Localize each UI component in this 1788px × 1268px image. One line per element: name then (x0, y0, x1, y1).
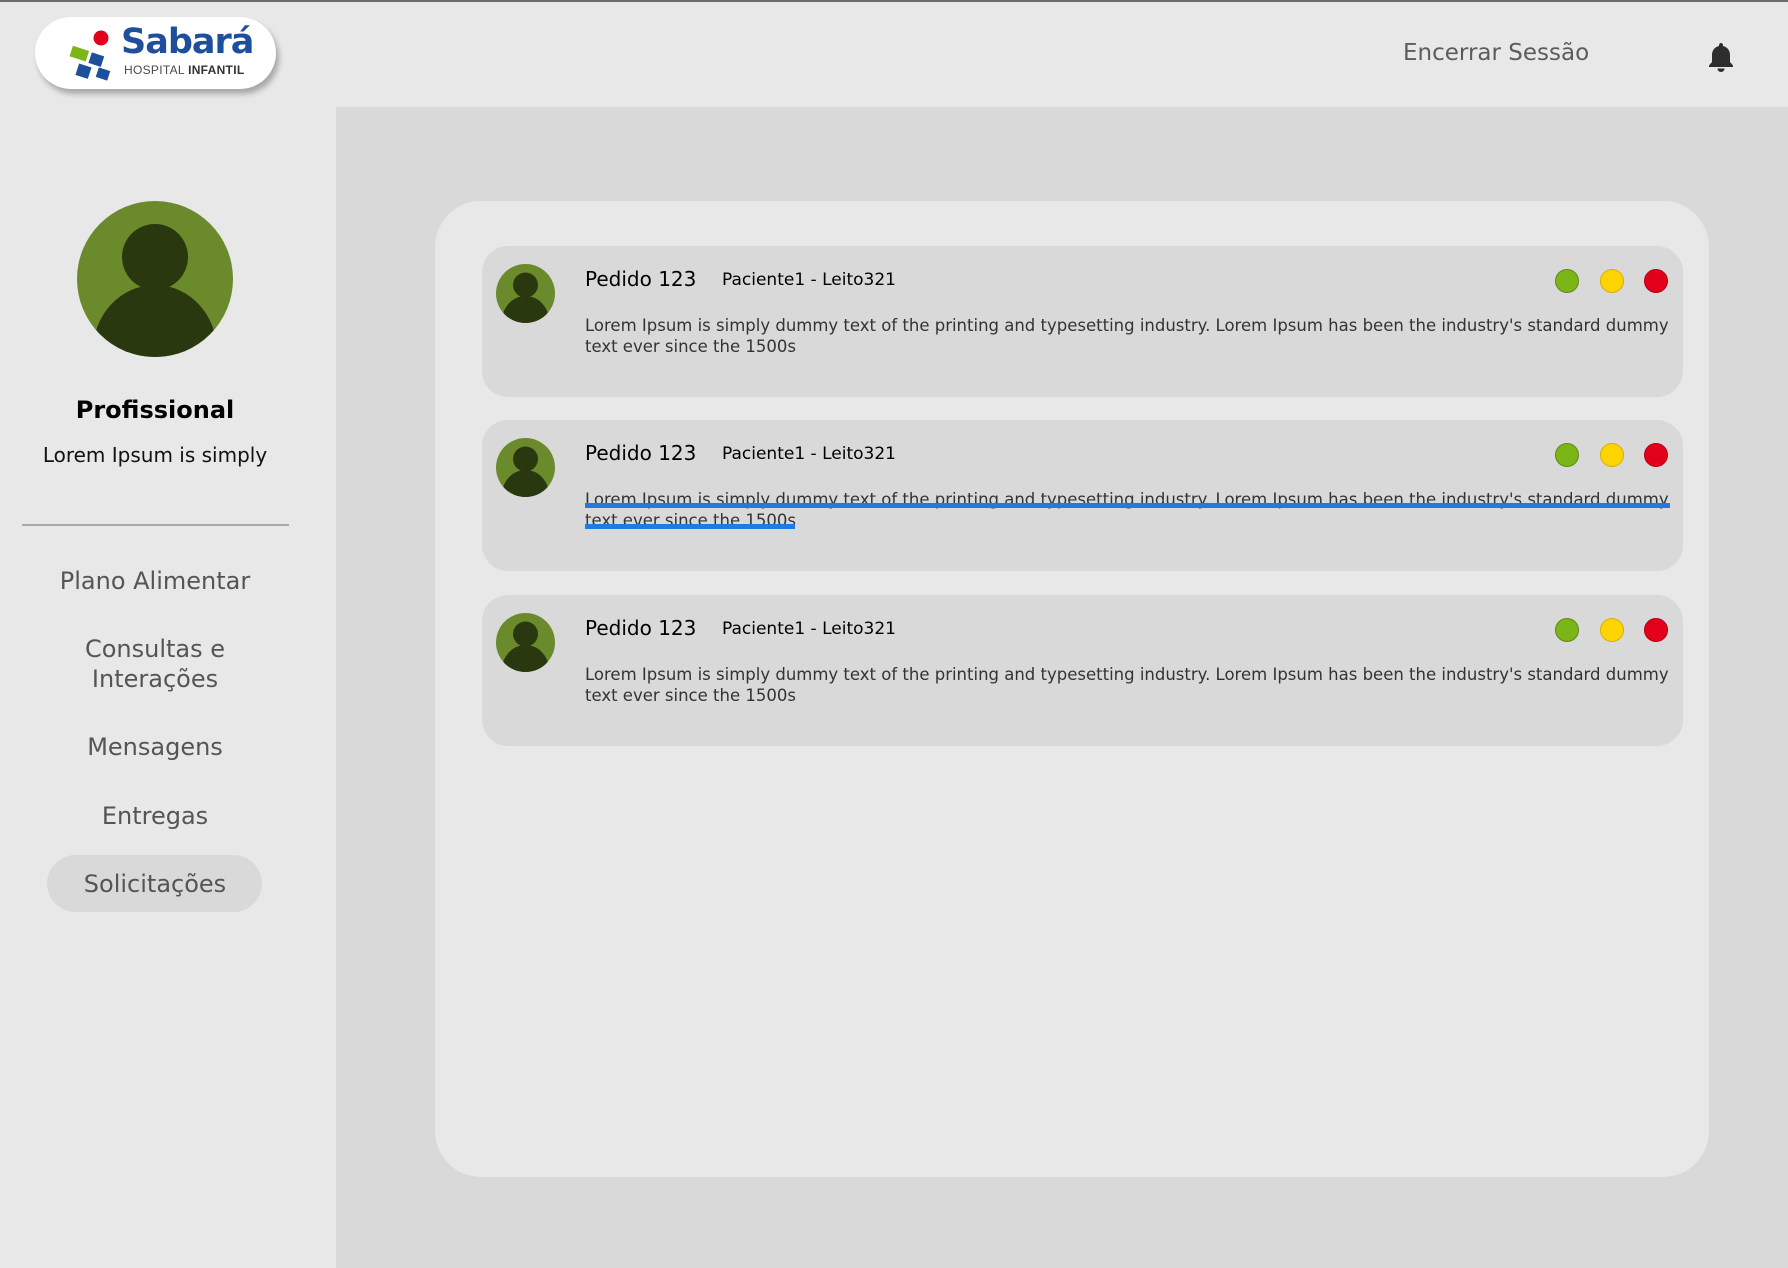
patient-avatar (496, 613, 555, 672)
text-highlight-underline (585, 503, 1670, 508)
request-title: Pedido 123 (585, 267, 697, 291)
request-patient: Paciente1 - Leito321 (722, 270, 896, 290)
sidebar-item-mensagens[interactable]: Mensagens (0, 732, 310, 762)
logo-brand-text: Sabará (121, 22, 254, 62)
profile-name: Profissional (75, 396, 235, 424)
request-card[interactable]: Pedido 123 Paciente1 - Leito321 Lorem Ip… (482, 420, 1683, 571)
logout-button[interactable]: Encerrar Sessão (1403, 40, 1589, 66)
request-title: Pedido 123 (585, 441, 697, 465)
top-border (0, 0, 1788, 2)
status-yellow-icon[interactable] (1600, 618, 1624, 642)
status-red-icon[interactable] (1644, 443, 1668, 467)
status-green-icon[interactable] (1555, 618, 1579, 642)
sidebar-item-solicitacoes[interactable]: Solicitações (0, 869, 310, 899)
sidebar-divider (22, 524, 289, 526)
profile-avatar (77, 201, 233, 357)
patient-avatar (496, 264, 555, 323)
request-description: Lorem Ipsum is simply dummy text of the … (585, 316, 1669, 356)
logo-subtitle: HOSPITAL INFANTIL (124, 63, 245, 77)
text-highlight-underline (585, 524, 795, 529)
profile-subtitle: Lorem Ipsum is simply (42, 443, 268, 467)
user-avatar-icon (93, 224, 217, 357)
status-green-icon[interactable] (1555, 269, 1579, 293)
request-patient: Paciente1 - Leito321 (722, 619, 896, 639)
user-avatar-icon (502, 446, 549, 497)
sidebar-item-plano-alimentar[interactable]: Plano Alimentar (0, 566, 310, 596)
request-description: Lorem Ipsum is simply dummy text of the … (585, 665, 1669, 705)
status-red-icon[interactable] (1644, 618, 1668, 642)
sidebar-item-consultas[interactable]: Consultas e Interações (80, 634, 230, 694)
status-green-icon[interactable] (1555, 443, 1579, 467)
request-title: Pedido 123 (585, 616, 697, 640)
user-avatar-icon (502, 272, 549, 323)
request-card[interactable]: Pedido 123 Paciente1 - Leito321 Lorem Ip… (482, 246, 1683, 397)
request-patient: Paciente1 - Leito321 (722, 444, 896, 464)
status-yellow-icon[interactable] (1600, 269, 1624, 293)
patient-avatar (496, 438, 555, 497)
status-red-icon[interactable] (1644, 269, 1668, 293)
hospital-logo[interactable]: Sabará HOSPITAL INFANTIL (35, 17, 276, 89)
bell-icon[interactable] (1706, 41, 1736, 73)
request-card[interactable]: Pedido 123 Paciente1 - Leito321 Lorem Ip… (482, 595, 1683, 746)
sidebar-item-entregas[interactable]: Entregas (0, 801, 310, 831)
user-avatar-icon (502, 621, 549, 672)
logo-mark-icon (69, 30, 111, 81)
status-yellow-icon[interactable] (1600, 443, 1624, 467)
